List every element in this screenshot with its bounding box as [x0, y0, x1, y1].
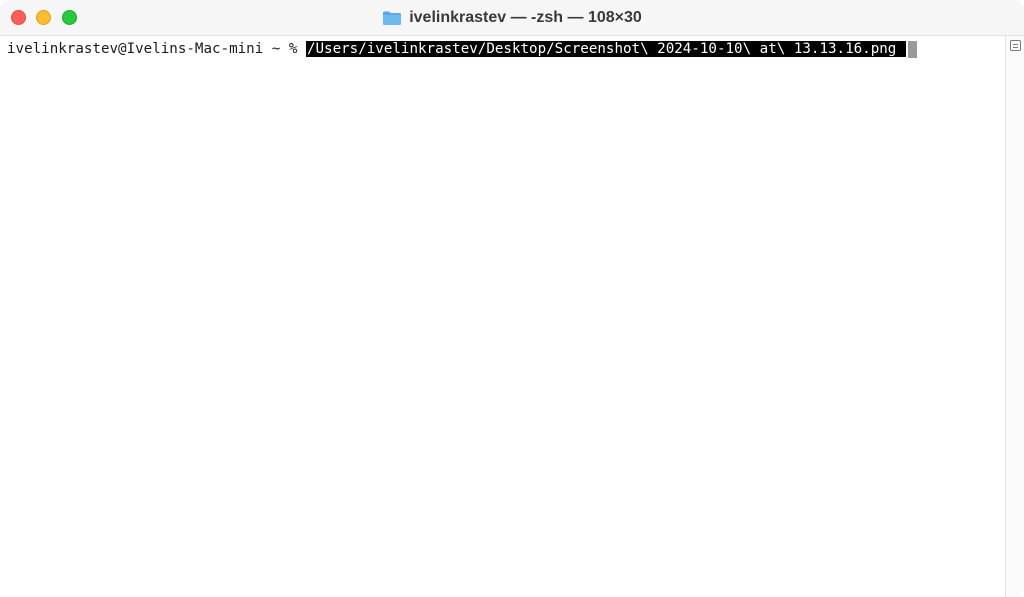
- terminal-content[interactable]: ivelinkrastev@Ivelins-Mac-mini ~ % /User…: [0, 36, 1005, 597]
- text-cursor: [907, 41, 917, 58]
- shell-prompt: ivelinkrastev@Ivelins-Mac-mini ~ %: [7, 41, 306, 57]
- title-bar[interactable]: ivelinkrastev — -zsh — 108×30: [0, 0, 1024, 36]
- terminal-line: ivelinkrastev@Ivelins-Mac-mini ~ % /User…: [7, 41, 917, 58]
- command-text[interactable]: /Users/ivelinkrastev/Desktop/Screenshot\…: [305, 41, 906, 57]
- folder-icon: [383, 11, 402, 25]
- scrollbar[interactable]: [1005, 36, 1024, 597]
- window-title: ivelinkrastev — -zsh — 108×30: [0, 0, 1024, 36]
- terminal-window: ivelinkrastev — -zsh — 108×30 ivelinkras…: [0, 0, 1024, 597]
- window-title-text: ivelinkrastev — -zsh — 108×30: [409, 9, 642, 26]
- scroll-marks-icon[interactable]: [1010, 40, 1021, 51]
